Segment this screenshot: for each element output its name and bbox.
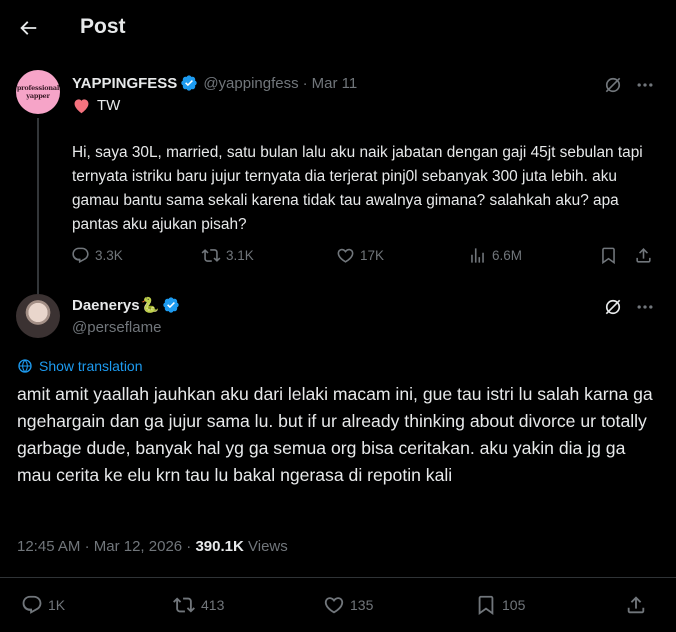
- reply-count: 1K: [48, 597, 66, 613]
- share-icon: [636, 248, 651, 263]
- bookmark-icon: [478, 595, 494, 616]
- repost-icon: [173, 597, 195, 613]
- author-handle[interactable]: @yappingfess: [203, 75, 298, 92]
- post-text: Hi, saya 30L, married, satu bulan lalu a…: [72, 144, 643, 233]
- views-button[interactable]: 6.6M: [468, 246, 522, 265]
- reply-button[interactable]: 3.3K: [71, 246, 123, 265]
- back-button[interactable]: [14, 14, 42, 42]
- separator-dot: ·: [302, 74, 308, 92]
- show-translation-link[interactable]: Show translation: [17, 358, 143, 374]
- repost-button[interactable]: 413: [172, 594, 224, 616]
- like-button[interactable]: 17K: [336, 246, 384, 265]
- heart-icon: [324, 597, 344, 614]
- share-icon: [627, 596, 645, 614]
- divider: [0, 577, 676, 578]
- views-count: 390.1K: [195, 538, 244, 555]
- grok-button[interactable]: [600, 72, 626, 98]
- show-translation-label: Show translation: [39, 358, 143, 374]
- grok-button[interactable]: [600, 294, 626, 320]
- post-time[interactable]: 12:45 AM: [17, 538, 80, 555]
- views-chart-icon: [471, 248, 484, 263]
- repost-count: 413: [201, 597, 225, 613]
- author-name[interactable]: Daenerys: [72, 297, 140, 314]
- reply-icon: [72, 247, 89, 264]
- avatar[interactable]: [16, 294, 60, 338]
- thread-connector: [37, 118, 39, 294]
- repost-button[interactable]: 3.1K: [201, 246, 254, 265]
- like-count: 135: [350, 597, 374, 613]
- tweet1-author-row: YAPPINGFESS @yappingfess · Mar 11: [72, 74, 357, 92]
- snake-emoji: 🐍: [140, 297, 160, 314]
- bookmark-button[interactable]: 105: [475, 594, 525, 616]
- bookmark-button[interactable]: [599, 246, 623, 265]
- more-button[interactable]: [632, 72, 658, 98]
- more-horizontal-icon: [637, 83, 653, 87]
- heart-emoji-icon: [72, 97, 91, 114]
- post-text: amit amit yaallah jauhkan aku dari lelak…: [17, 384, 653, 485]
- content-warning-text: TW: [97, 97, 121, 114]
- verified-badge-icon: [162, 296, 180, 314]
- post-date[interactable]: Mar 12, 2026: [94, 538, 182, 555]
- author-handle[interactable]: @perseflame: [72, 319, 161, 336]
- bookmark-count: 105: [502, 597, 526, 613]
- share-button[interactable]: [634, 246, 658, 265]
- verified-badge-icon: [180, 74, 198, 92]
- avatar-text-line2: yapper: [26, 92, 50, 100]
- more-horizontal-icon: [637, 305, 653, 309]
- heart-icon: [337, 248, 354, 263]
- reply-button[interactable]: 1K: [21, 594, 65, 616]
- tweet2-author-row: Daenerys 🐍: [72, 296, 180, 314]
- avatar[interactable]: professional yapper: [16, 70, 60, 114]
- separator-dot: ·: [84, 538, 94, 555]
- views-count: 6.6M: [492, 248, 523, 263]
- author-name[interactable]: YAPPINGFESS: [72, 75, 177, 92]
- like-count: 17K: [360, 248, 385, 263]
- post-metadata: 12:45 AM · Mar 12, 2026 · 390.1K Views: [17, 538, 288, 555]
- share-button[interactable]: [625, 594, 652, 616]
- post-date[interactable]: Mar 11: [312, 75, 358, 92]
- repost-count: 3.1K: [226, 248, 254, 263]
- views-label: Views: [248, 538, 288, 555]
- repost-icon: [201, 249, 221, 262]
- content-warning: TW: [72, 97, 120, 114]
- reply-icon: [22, 595, 42, 614]
- reply-count: 3.3K: [95, 248, 123, 263]
- more-button[interactable]: [632, 294, 658, 320]
- grok-icon: [605, 299, 621, 315]
- page-header: Post: [0, 0, 676, 56]
- bookmark-icon: [602, 247, 615, 265]
- arrow-left-icon: [20, 21, 37, 35]
- page-title: Post: [80, 15, 126, 38]
- avatar-text-line1: professional: [16, 84, 60, 92]
- grok-icon: [605, 77, 621, 93]
- globe-icon: [18, 359, 32, 373]
- like-button[interactable]: 135: [323, 594, 373, 616]
